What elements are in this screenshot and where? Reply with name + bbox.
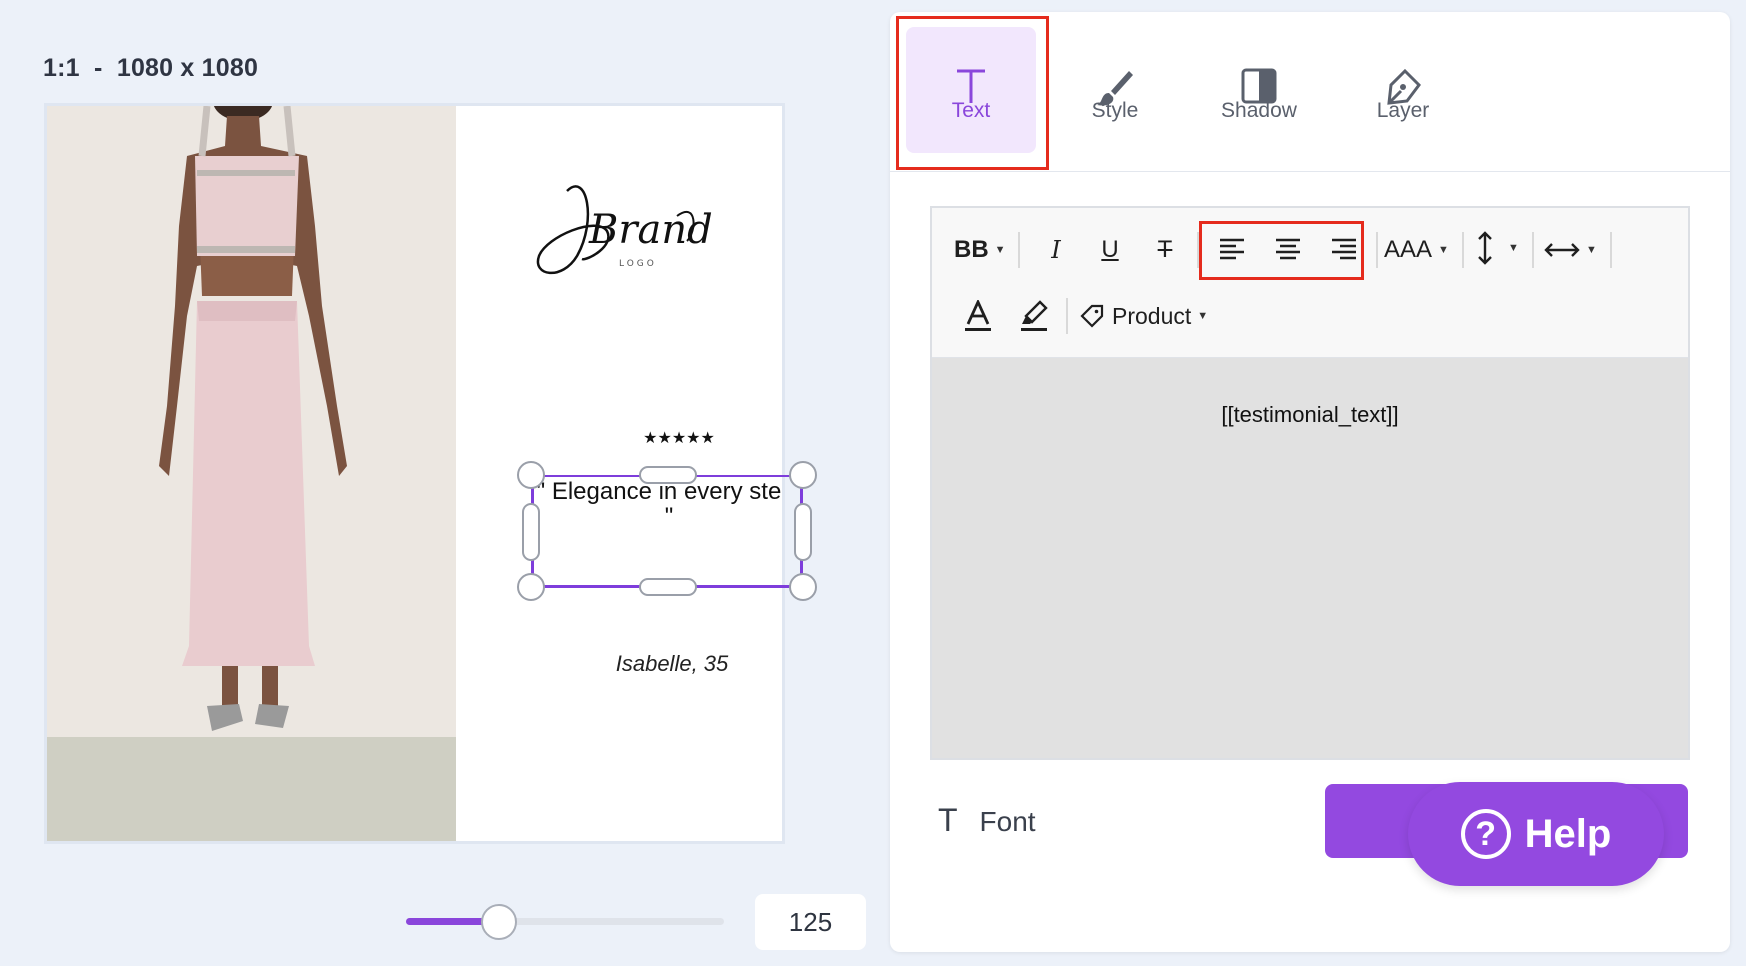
- highlight-outline-alignment: [1199, 221, 1364, 280]
- letter-spacing-icon: [1544, 243, 1580, 257]
- text-edit-area[interactable]: [[testimonial_text]]: [932, 358, 1688, 758]
- italic-button[interactable]: I: [1038, 230, 1074, 270]
- highlight-button[interactable]: [1016, 296, 1052, 336]
- shadow-icon: [1194, 27, 1324, 104]
- bold-dropdown[interactable]: BB ▼: [954, 230, 1006, 270]
- highlight-outline-text-tab: [896, 16, 1049, 170]
- tab-layer-label: Layer: [1376, 99, 1430, 122]
- caret-down-icon: ▼: [1508, 242, 1519, 254]
- toolbar-divider: [1532, 232, 1534, 268]
- tab-layer[interactable]: Layer: [1338, 27, 1468, 153]
- editor-content[interactable]: [[testimonial_text]]: [932, 402, 1688, 428]
- caret-down-icon: ▼: [1586, 244, 1597, 256]
- svg-text:Brand: Brand: [588, 207, 713, 253]
- toolbar-divider: [1018, 232, 1020, 268]
- strikethrough-button[interactable]: T: [1147, 230, 1183, 270]
- help-label: Help: [1524, 811, 1612, 856]
- text-color-button[interactable]: [960, 296, 996, 336]
- help-icon: ?: [1460, 809, 1511, 859]
- zoom-slider-track[interactable]: [406, 918, 724, 925]
- caret-down-icon: ▼: [994, 244, 1006, 256]
- pen-icon: [1338, 27, 1468, 105]
- text-editor: BB ▼ I U T AAA ▼ ▼ ▼ Product ▼ [[testimo…: [930, 206, 1690, 760]
- testimonial-author[interactable]: Isabelle, 35: [547, 651, 782, 677]
- testimonial-quote[interactable]: " Elegance in every step. ": [534, 479, 782, 529]
- design-canvas[interactable]: Brand LOGO ★★★★★ " Elegance in every ste…: [44, 103, 785, 844]
- toolbar-divider: [1376, 232, 1378, 268]
- toolbar-divider: [1066, 298, 1068, 334]
- help-button[interactable]: ? Help: [1408, 782, 1664, 886]
- resize-handle-right[interactable]: [794, 503, 812, 561]
- zoom-slider-thumb[interactable]: [481, 904, 517, 940]
- svg-text:LOGO: LOGO: [619, 259, 657, 269]
- model-illustration: [159, 106, 347, 731]
- rating-stars: ★★★★★: [643, 430, 715, 447]
- letter-spacing-dropdown[interactable]: ▼: [1544, 230, 1597, 270]
- text-color-icon: [965, 300, 991, 331]
- toolbar-divider: [1462, 232, 1464, 268]
- product-photo[interactable]: [47, 106, 456, 841]
- tab-shadow-label: Shadow: [1221, 99, 1297, 122]
- caret-down-icon: ▼: [1438, 244, 1449, 256]
- font-icon: T: [938, 802, 958, 838]
- product-dropdown[interactable]: Product ▼: [1080, 296, 1208, 336]
- resize-handle-top-right[interactable]: [789, 461, 817, 489]
- tab-style-label: Style: [1091, 99, 1139, 122]
- line-height-icon: [1478, 231, 1492, 265]
- font-size-label: AAA: [1384, 236, 1433, 263]
- font-size-dropdown[interactable]: AAA ▼: [1384, 230, 1449, 270]
- font-section[interactable]: T Font: [938, 802, 1036, 839]
- brush-icon: [1050, 27, 1180, 106]
- tab-shadow[interactable]: Shadow: [1194, 27, 1324, 153]
- tag-icon: [1080, 304, 1104, 328]
- bold-label: BB: [954, 236, 989, 263]
- caret-down-icon: ▼: [1197, 310, 1209, 322]
- font-label: Font: [979, 806, 1036, 837]
- brand-logo: Brand LOGO: [536, 185, 713, 275]
- zoom-value-input[interactable]: 125: [755, 894, 866, 950]
- tab-style[interactable]: Style: [1050, 27, 1180, 153]
- toolbar-divider: [1610, 232, 1612, 268]
- underline-button[interactable]: U: [1092, 230, 1128, 270]
- canvas-size-label: 1:1 - 1080 x 1080: [43, 54, 259, 82]
- resize-handle-bottom-right[interactable]: [789, 573, 817, 601]
- product-label: Product: [1112, 302, 1192, 329]
- line-height-dropdown[interactable]: ▼: [1476, 228, 1519, 268]
- highlighter-icon: [1021, 300, 1048, 331]
